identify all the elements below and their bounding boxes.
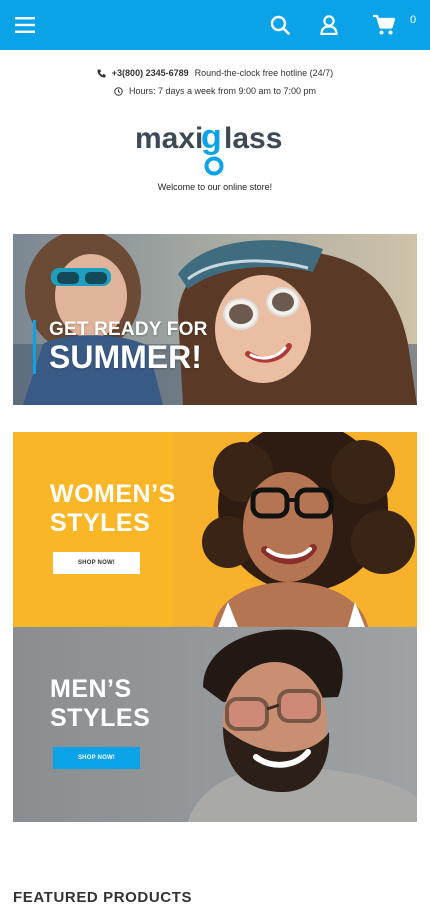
phone-number[interactable]: +3(800) 2345-6789 bbox=[112, 64, 189, 82]
mens-title-line1: MEN’S bbox=[50, 675, 132, 703]
womens-title-line1: WOMEN’S bbox=[50, 480, 176, 508]
top-navigation-bar: 0 bbox=[0, 0, 430, 50]
womens-styles-banner[interactable]: WOMEN’S STYLES SHOP NOW! bbox=[13, 432, 417, 627]
mens-title-line2: STYLES bbox=[50, 704, 151, 732]
logo-text-g: g bbox=[201, 118, 222, 156]
summer-headline-line2: SUMMER! bbox=[49, 339, 202, 375]
hours-label: Hours: 7 days a week from 9:00 am to 7:0… bbox=[128, 86, 317, 96]
hotline-label: Round-the-clock free hotline (24/7) bbox=[194, 68, 334, 78]
clock-icon bbox=[114, 86, 123, 96]
mens-shop-now-button[interactable]: SHOP NOW! bbox=[53, 747, 140, 769]
shopping-cart-icon[interactable] bbox=[366, 0, 402, 50]
logo-text-lass: lass bbox=[224, 122, 282, 155]
summer-banner[interactable]: GET READY FOR SUMMER! bbox=[13, 234, 417, 405]
womens-styles-title: WOMEN’S STYLES bbox=[50, 480, 176, 538]
cart-count-badge: 0 bbox=[410, 14, 417, 26]
phone-row: +3(800) 2345-6789 Round-the-clock free h… bbox=[0, 64, 430, 82]
featured-products-heading: FEATURED PRODUCTS bbox=[13, 889, 193, 906]
user-icon[interactable] bbox=[312, 0, 346, 50]
logo-text-maxi: maxi bbox=[135, 122, 203, 155]
search-icon[interactable] bbox=[263, 0, 297, 50]
summer-headline-line1: GET READY FOR bbox=[49, 319, 208, 340]
hours-row: Hours: 7 days a week from 9:00 am to 7:0… bbox=[0, 82, 430, 100]
site-logo[interactable]: maxi g lass bbox=[0, 118, 430, 180]
welcome-tagline: Welcome to our online store! bbox=[157, 182, 273, 192]
mens-styles-banner[interactable]: MEN’S STYLES SHOP NOW! bbox=[13, 627, 417, 822]
womens-title-line2: STYLES bbox=[50, 509, 151, 537]
contact-info: +3(800) 2345-6789 Round-the-clock free h… bbox=[0, 64, 430, 100]
hamburger-menu-icon[interactable] bbox=[8, 0, 42, 50]
womens-shop-now-button[interactable]: SHOP NOW! bbox=[53, 552, 140, 574]
phone-icon bbox=[97, 68, 106, 78]
mens-styles-title: MEN’S STYLES bbox=[50, 675, 150, 733]
summer-headline: GET READY FOR SUMMER! bbox=[33, 320, 208, 374]
